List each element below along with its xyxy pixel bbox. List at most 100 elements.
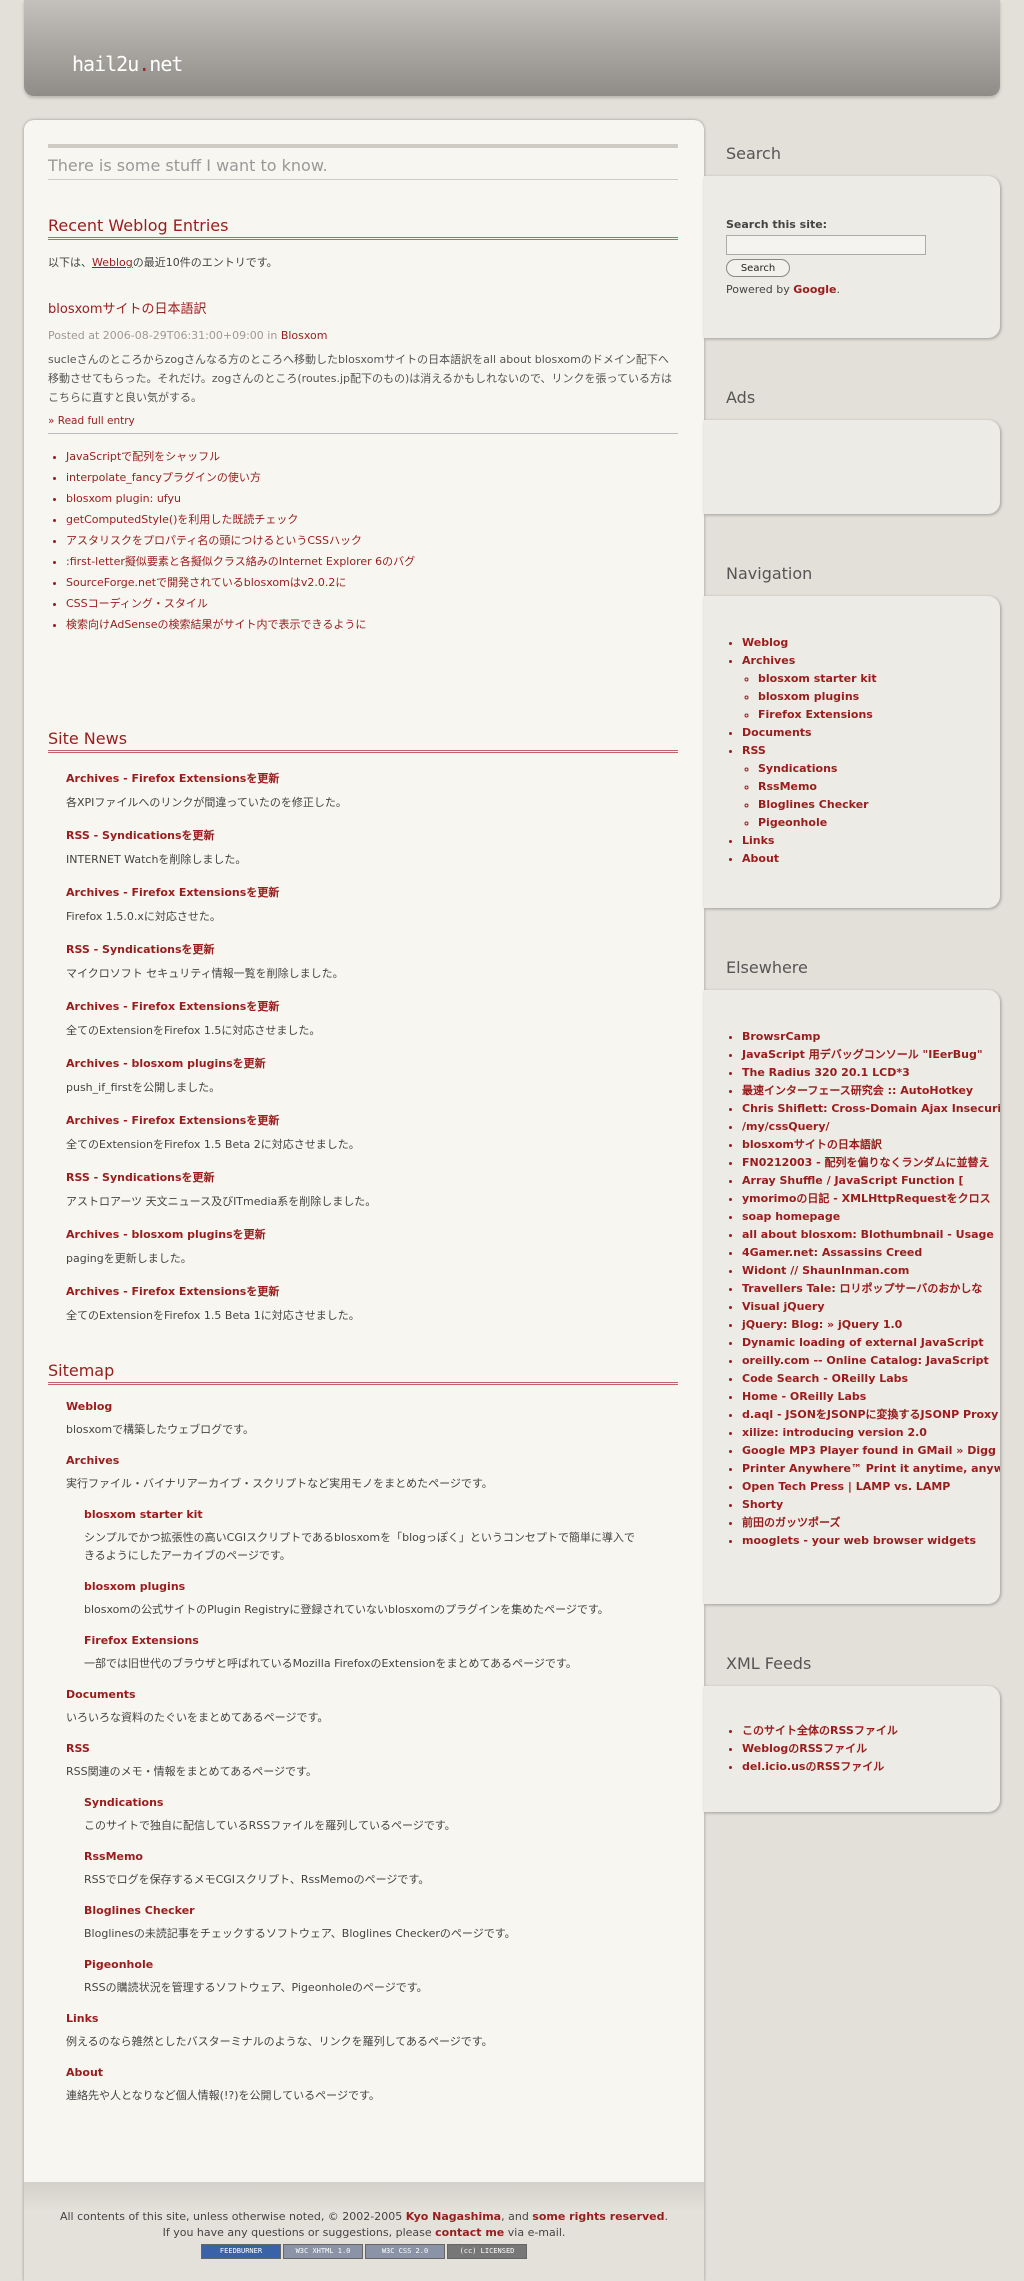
elsewhere-link[interactable]: 前田のガッツポーズ xyxy=(742,1514,1000,1532)
feed-link[interactable]: WeblogのRSSファイル xyxy=(742,1740,1000,1758)
nav-item[interactable]: Documents xyxy=(742,724,1000,742)
nav-subitem[interactable]: RssMemo xyxy=(758,778,1000,796)
nav-item[interactable]: About xyxy=(742,850,1000,868)
news-title[interactable]: Archives - Firefox Extensionsを更新 xyxy=(66,1283,678,1299)
elsewhere-link[interactable]: JavaScript 用デバッグコンソール "IEerBug" xyxy=(742,1046,1000,1064)
contact-link[interactable]: contact me xyxy=(435,2226,504,2239)
elsewhere-link[interactable]: Dynamic loading of external JavaScript xyxy=(742,1334,1000,1352)
elsewhere-link[interactable]: Visual jQuery xyxy=(742,1298,1000,1316)
elsewhere-link[interactable]: xilize: introducing version 2.0 xyxy=(742,1424,1000,1442)
weblog-link[interactable]: Weblog xyxy=(92,256,133,269)
search-button[interactable]: Search xyxy=(726,259,790,277)
author-link[interactable]: Kyo Nagashima xyxy=(406,2210,501,2223)
elsewhere-link[interactable]: soap homepage xyxy=(742,1208,1000,1226)
rights-link[interactable]: some rights reserved xyxy=(532,2210,664,2223)
sitemap-link[interactable]: Syndications xyxy=(84,1796,644,1809)
search-input[interactable] xyxy=(726,235,926,255)
elsewhere-link[interactable]: ymorimoの日記 - XMLHttpRequestをクロス xyxy=(742,1190,1000,1208)
elsewhere-link[interactable]: Shorty xyxy=(742,1496,1000,1514)
elsewhere-link[interactable]: Google MP3 Player found in GMail » Digg xyxy=(742,1442,1000,1460)
nav-subitem[interactable]: Firefox Extensions xyxy=(758,706,1000,724)
elsewhere-link[interactable]: /my/cssQuery/ xyxy=(742,1118,1000,1136)
entry-title[interactable]: blosxomサイトの日本語訳 xyxy=(48,298,678,317)
elsewhere-link[interactable]: d.aql - JSONをJSONPに変換するJSONP Proxy xyxy=(742,1406,1000,1424)
sitemap-link[interactable]: Archives xyxy=(66,1454,678,1467)
nav-item[interactable]: Links xyxy=(742,832,1000,850)
nav-link[interactable]: Archives xyxy=(742,654,795,667)
elsewhere-link[interactable]: Open Tech Press | LAMP vs. LAMP xyxy=(742,1478,1000,1496)
nav-link[interactable]: Links xyxy=(742,834,774,847)
nav-item[interactable]: Archives blosxom starter kitblosxom plugi… xyxy=(742,652,1000,724)
recent-entry-link[interactable]: JavaScriptで配列をシャッフル xyxy=(66,450,220,463)
recent-entry-link[interactable]: :first-letter擬似要素と各擬似クラス絡みのInternet Expl… xyxy=(66,555,415,568)
recent-entry-link[interactable]: blosxom plugin: ufyu xyxy=(66,492,181,505)
recent-entry-link[interactable]: SourceForge.netで開発されているblosxomはv2.0.2に xyxy=(66,576,346,589)
news-title[interactable]: Archives - Firefox Extensionsを更新 xyxy=(66,1112,678,1128)
recent-entry-link[interactable]: 検索向けAdSenseの検索結果がサイト内で表示できるように xyxy=(66,618,366,631)
news-title[interactable]: Archives - blosxom pluginsを更新 xyxy=(66,1055,678,1071)
elsewhere-link[interactable]: The Radius 320 20.1 LCD*3 xyxy=(742,1064,1000,1082)
read-full-link[interactable]: » Read full entry xyxy=(48,415,135,427)
site-logo[interactable]: hail2u.net xyxy=(72,52,183,76)
nav-link[interactable]: Documents xyxy=(742,726,812,739)
sitemap-link[interactable]: Pigeonhole xyxy=(84,1958,644,1971)
elsewhere-link[interactable]: 4Gamer.net: Assassins Creed xyxy=(742,1244,1000,1262)
sitemap-link[interactable]: Bloglines Checker xyxy=(84,1904,644,1917)
elsewhere-link[interactable]: Travellers Tale: ロリポップサーバのおかしな xyxy=(742,1280,1000,1298)
sitemap-link[interactable]: RssMemo xyxy=(84,1850,644,1863)
recent-entry-link[interactable]: interpolate_fancyプラグインの使い方 xyxy=(66,471,261,484)
news-title[interactable]: Archives - Firefox Extensionsを更新 xyxy=(66,770,678,786)
elsewhere-link[interactable]: Array Shuffle / JavaScript Function [ xyxy=(742,1172,1000,1190)
news-title[interactable]: Archives - Firefox Extensionsを更新 xyxy=(66,998,678,1014)
sitemap-link[interactable]: Firefox Extensions xyxy=(84,1634,644,1647)
elsewhere-link[interactable]: FN0212003 - 配列を偏りなくランダムに並替え xyxy=(742,1154,1000,1172)
recent-entry-link[interactable]: CSSコーディング・スタイル xyxy=(66,597,208,610)
elsewhere-link[interactable]: oreilly.com -- Online Catalog: JavaScrip… xyxy=(742,1352,1000,1370)
elsewhere-link[interactable]: Widont // ShaunInman.com xyxy=(742,1262,1000,1280)
news-title[interactable]: RSS - Syndicationsを更新 xyxy=(66,941,678,957)
recent-entry-link[interactable]: getComputedStyle()を利用した既読チェック xyxy=(66,513,298,526)
elsewhere-link[interactable]: jQuery: Blog: » jQuery 1.0 xyxy=(742,1316,1000,1334)
nav-item[interactable]: RSS SyndicationsRssMemoBloglines CheckerP… xyxy=(742,742,1000,832)
elsewhere-link[interactable]: blosxomサイトの日本語訳 xyxy=(742,1136,1000,1154)
css-badge[interactable]: W3C CSS 2.0 xyxy=(365,2244,445,2259)
news-title[interactable]: Archives - blosxom pluginsを更新 xyxy=(66,1226,678,1242)
nav-subitem[interactable]: blosxom plugins xyxy=(758,688,1000,706)
xhtml-badge[interactable]: W3C XHTML 1.0 xyxy=(283,2244,363,2259)
feed-link[interactable]: del.icio.usのRSSファイル xyxy=(742,1758,1000,1776)
elsewhere-link[interactable]: 最速インターフェース研究会 :: AutoHotkey xyxy=(742,1082,1000,1100)
elsewhere-link[interactable]: all about blosxom: Blothumbnail - Usage xyxy=(742,1226,1000,1244)
elsewhere-link[interactable]: Code Search - OReilly Labs xyxy=(742,1370,1000,1388)
recent-entry-link[interactable]: アスタリスクをプロパティ名の頭につけるというCSSハック xyxy=(66,534,362,547)
read-full-entry-link[interactable]: » Read full entry xyxy=(48,415,678,434)
sitemap-link[interactable]: About xyxy=(66,2066,678,2079)
entry-title-link[interactable]: blosxomサイトの日本語訳 xyxy=(48,302,207,317)
news-title[interactable]: RSS - Syndicationsを更新 xyxy=(66,1169,678,1185)
nav-item[interactable]: Weblog xyxy=(742,634,1000,652)
nav-link[interactable]: Weblog xyxy=(742,636,788,649)
news-title[interactable]: RSS - Syndicationsを更新 xyxy=(66,827,678,843)
news-title[interactable]: Archives - Firefox Extensionsを更新 xyxy=(66,884,678,900)
nav-subitem[interactable]: Pigeonhole xyxy=(758,814,1000,832)
sitemap-link[interactable]: blosxom plugins xyxy=(84,1580,644,1593)
nav-subitem[interactable]: blosxom starter kit xyxy=(758,670,1000,688)
sitemap-link[interactable]: Weblog xyxy=(66,1400,678,1413)
nav-link[interactable]: About xyxy=(742,852,779,865)
sitemap-link[interactable]: RSS xyxy=(66,1742,678,1755)
sitemap-link[interactable]: Documents xyxy=(66,1688,678,1701)
sitemap-link[interactable]: Links xyxy=(66,2012,678,2025)
nav-link[interactable]: RSS xyxy=(742,744,766,757)
entry-category-link[interactable]: Blosxom xyxy=(281,329,328,342)
feed-link[interactable]: このサイト全体のRSSファイル xyxy=(742,1722,1000,1740)
cc-badge[interactable]: (cc) LICENSED xyxy=(447,2244,527,2259)
nav-subitem[interactable]: Bloglines Checker xyxy=(758,796,1000,814)
google-link[interactable]: Google xyxy=(793,283,836,296)
elsewhere-link[interactable]: BrowsrCamp xyxy=(742,1028,1000,1046)
elsewhere-link[interactable]: Printer Anywhere™ Print it anytime, anyw… xyxy=(742,1460,1000,1478)
elsewhere-link[interactable]: Home - OReilly Labs xyxy=(742,1388,1000,1406)
feedburner-badge[interactable]: FEEDBURNER xyxy=(201,2244,281,2259)
elsewhere-link[interactable]: Chris Shiflett: Cross-Domain Ajax Insecu… xyxy=(742,1100,1000,1118)
sitemap-link[interactable]: blosxom starter kit xyxy=(84,1508,644,1521)
elsewhere-link[interactable]: mooglets - your web browser widgets xyxy=(742,1532,1000,1550)
nav-subitem[interactable]: Syndications xyxy=(758,760,1000,778)
